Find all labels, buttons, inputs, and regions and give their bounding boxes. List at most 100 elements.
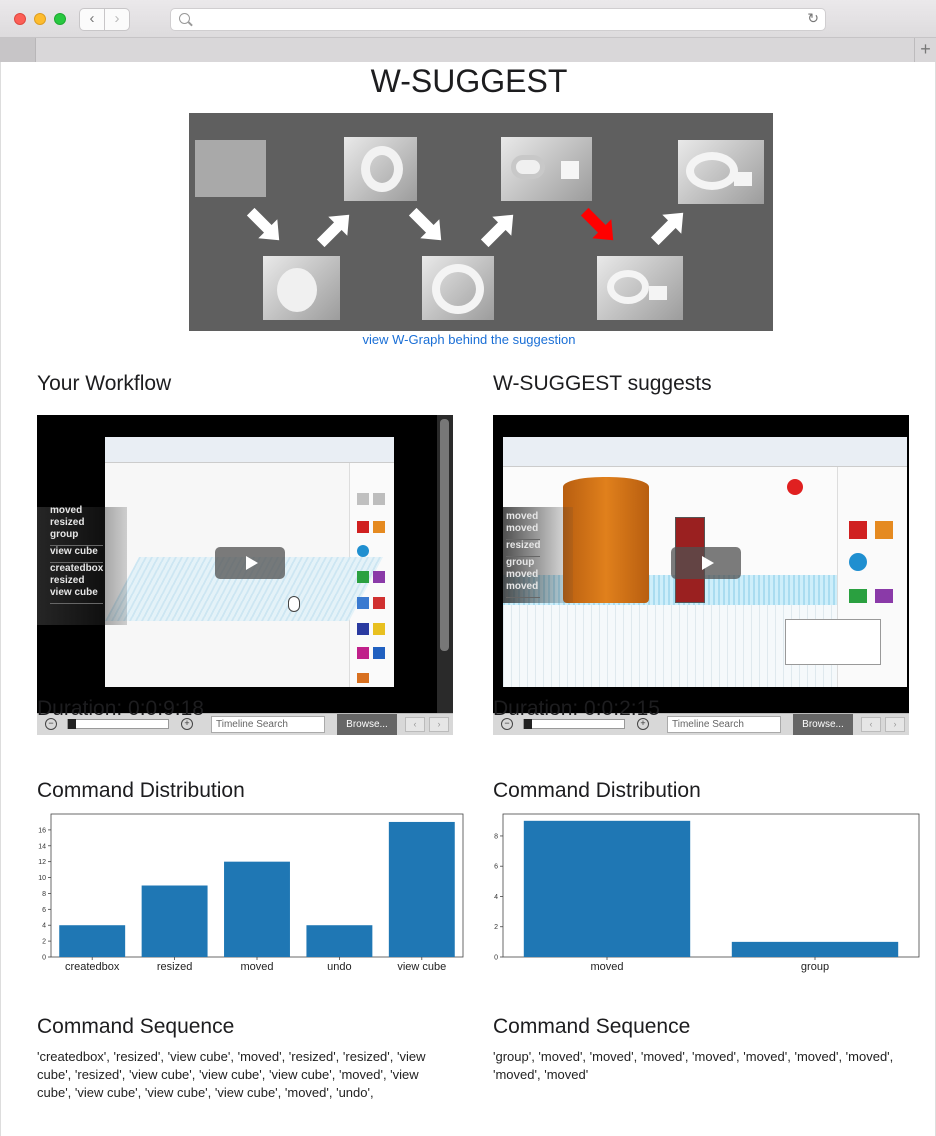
command-distribution-heading: Command Distribution [37, 779, 245, 802]
browse-button[interactable]: Browse... [793, 714, 853, 735]
hollow-cylinder-shape [422, 256, 494, 320]
next-page-button[interactable]: › [429, 717, 449, 732]
command-label: resized [506, 540, 541, 551]
zoom-window-button[interactable] [54, 13, 66, 25]
forward-button[interactable]: › [104, 8, 130, 31]
duration-label: Duration: 0:0:9:18 [37, 697, 204, 720]
command-sequence-text: 'group', 'moved', 'moved', 'moved', 'mov… [493, 1049, 894, 1082]
timeline-search-input[interactable]: Timeline Search [211, 716, 325, 733]
y-tick-label: 4 [494, 894, 498, 901]
prev-page-button[interactable]: ‹ [405, 717, 425, 732]
browser-toolbar: ‹ › ↻ [0, 0, 936, 38]
command-group: resized [506, 540, 541, 557]
command-label: view cube [50, 587, 98, 598]
command-label: moved [506, 581, 539, 592]
tube-and-box-shape [501, 137, 592, 201]
page-title: W-SUGGEST [370, 63, 568, 99]
y-tick-label: 2 [42, 939, 46, 946]
command-label: moved [506, 511, 539, 522]
x-tick-label: group [801, 961, 829, 973]
bar [306, 925, 373, 957]
command-group: createdbox resized view cube [50, 563, 104, 604]
arrow-down-icon [246, 207, 280, 241]
command-overlay: moved resized group view cube createdbox resi… [50, 505, 104, 604]
x-tick-label: moved [590, 961, 623, 973]
y-tick-label: 0 [494, 955, 498, 962]
command-group: moved resized group [50, 505, 104, 546]
bar [141, 885, 208, 957]
suggested-shape [597, 256, 683, 320]
command-sequence-heading: Command Sequence [37, 1015, 235, 1038]
arrow-up-icon [480, 214, 514, 248]
duration-label: Duration: 0:0:2:15 [493, 697, 660, 720]
arrow-up-icon [650, 212, 684, 246]
minimize-window-button[interactable] [34, 13, 46, 25]
y-tick-label: 8 [494, 833, 498, 840]
page-content: W-SUGGEST view W-Graph behind the sugges… [0, 62, 936, 1136]
browser-chrome: ‹ › ↻ + [0, 0, 936, 62]
command-group: view cube [50, 546, 104, 563]
bar [388, 821, 455, 957]
command-distribution-chart: 0 2 4 6 8 moved group [494, 813, 920, 973]
command-label: group [506, 557, 535, 568]
back-button[interactable]: ‹ [79, 8, 105, 31]
close-window-button[interactable] [14, 13, 26, 25]
command-label: moved [506, 523, 539, 534]
bar [224, 861, 290, 957]
tube-shape [344, 137, 417, 201]
browse-button[interactable]: Browse... [337, 714, 397, 735]
y-tick-label: 4 [42, 923, 46, 930]
timeline-search-input[interactable]: Timeline Search [667, 716, 781, 733]
video-scrollbar[interactable] [437, 415, 453, 713]
suggestion-video-player[interactable]: moved moved resized group moved moved − + Tim… [493, 415, 909, 735]
command-group: group moved moved [506, 557, 541, 598]
command-distribution-chart: 0 2 4 6 8 10 12 14 16 createdbox resized moved undo v… [38, 813, 464, 973]
command-label: group [50, 529, 79, 540]
y-tick-label: 14 [38, 843, 46, 850]
command-label: moved [50, 505, 83, 516]
x-tick-label: moved [240, 961, 273, 973]
bar [59, 925, 126, 957]
command-sequence-heading: Command Sequence [493, 1015, 691, 1038]
command-overlay: moved moved resized group moved moved [506, 511, 541, 598]
arrow-up-icon [316, 214, 350, 248]
command-label: resized [50, 575, 85, 586]
command-distribution-heading: Command Distribution [493, 779, 701, 802]
new-tab-button[interactable]: + [914, 38, 936, 62]
arrow-down-icon [408, 207, 442, 241]
box-shape [195, 140, 266, 197]
command-label: view cube [50, 546, 98, 557]
suggestion-heading: W-SUGGEST suggests [493, 372, 712, 395]
suggestion-arrow-icon [580, 207, 614, 241]
bar [523, 820, 691, 957]
address-bar[interactable]: ↻ [170, 8, 826, 31]
next-page-button[interactable]: › [885, 717, 905, 732]
workflow-graph-image [189, 113, 773, 331]
y-tick-label: 6 [494, 864, 498, 871]
bar [731, 941, 899, 957]
search-icon [179, 13, 190, 24]
x-tick-label: undo [327, 961, 351, 973]
y-tick-label: 0 [42, 955, 46, 962]
reload-icon[interactable]: ↻ [807, 10, 819, 27]
y-tick-label: 6 [42, 907, 46, 914]
play-button[interactable] [215, 547, 285, 579]
workflow-video-player[interactable]: moved resized group view cube createdbox resi… [37, 415, 453, 735]
view-wgraph-link[interactable]: view W-Graph behind the suggestion [1, 332, 935, 347]
cylinder-shape [263, 256, 340, 320]
cut-tube-shape [678, 140, 764, 204]
y-tick-label: 8 [42, 891, 46, 898]
y-tick-label: 2 [494, 924, 498, 931]
x-tick-label: resized [157, 961, 192, 973]
command-group: moved moved [506, 511, 541, 540]
command-sequence-text: 'createdbox', 'resized', 'view cube', 'm… [37, 1049, 426, 1100]
command-label: resized [50, 517, 85, 528]
tab[interactable] [0, 38, 36, 62]
y-tick-label: 12 [38, 859, 46, 866]
play-button[interactable] [671, 547, 741, 579]
tab-strip: + [0, 38, 936, 62]
prev-page-button[interactable]: ‹ [861, 717, 881, 732]
x-tick-label: view cube [397, 961, 446, 973]
y-tick-label: 16 [38, 827, 46, 834]
command-label: moved [506, 569, 539, 580]
